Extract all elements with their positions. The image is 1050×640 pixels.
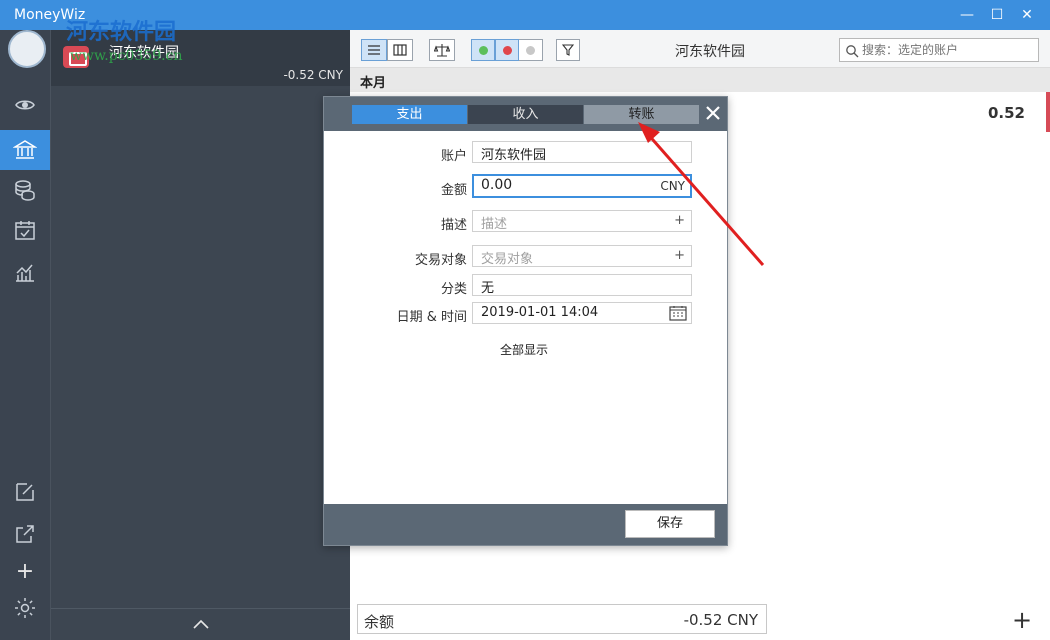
column-view-button[interactable] xyxy=(387,39,413,61)
app-logo xyxy=(8,30,46,68)
add-description-button[interactable]: + xyxy=(674,213,685,228)
rail-add-button[interactable]: + xyxy=(0,551,50,591)
nav-rail: + xyxy=(0,30,50,640)
balance-footer: 余额 -0.52 CNY xyxy=(357,604,767,634)
description-placeholder: 描述 xyxy=(481,217,508,232)
scale-icon xyxy=(434,44,450,57)
datetime-label: 日期 & 时间 xyxy=(396,310,467,325)
rail-schedule-button[interactable] xyxy=(0,210,50,250)
transaction-amount[interactable]: 0.52 xyxy=(988,104,1025,122)
account-label: 账户 xyxy=(440,149,467,164)
dialog-footer: 保存 xyxy=(324,504,727,545)
calendar-check-icon xyxy=(15,221,35,240)
rail-overview-button[interactable] xyxy=(0,85,50,125)
collapse-button[interactable] xyxy=(191,614,211,634)
close-window-button[interactable]: ✕ xyxy=(1012,4,1042,26)
account-balance: -0.52 CNY xyxy=(283,68,343,82)
add-payee-button[interactable]: + xyxy=(674,248,685,263)
close-icon[interactable] xyxy=(704,104,722,122)
add-transaction-button[interactable]: + xyxy=(1010,606,1034,634)
eye-icon xyxy=(15,100,35,110)
list-view-button[interactable] xyxy=(361,39,387,61)
rail-reports-button[interactable] xyxy=(0,252,50,292)
new-transaction-dialog: 支出 收入 转账 账户 河东软件园 金额 0.00 CNY 描述 描述 + 交易… xyxy=(323,96,728,546)
minimize-button[interactable]: — xyxy=(952,4,982,26)
save-button[interactable]: 保存 xyxy=(625,510,715,538)
currency-unit: CNY xyxy=(660,179,685,193)
description-field[interactable]: 描述 + xyxy=(472,210,692,232)
amount-field[interactable]: 0.00 CNY xyxy=(472,174,692,198)
columns-icon xyxy=(393,44,407,56)
maximize-button[interactable]: ☐ xyxy=(982,4,1012,26)
coins-icon xyxy=(15,180,35,201)
green-dot-icon xyxy=(478,45,488,55)
tab-income[interactable]: 收入 xyxy=(468,105,583,124)
category-field[interactable]: 无 xyxy=(472,274,692,296)
account-list-panel: 河东软件园 -0.52 CNY xyxy=(50,30,351,640)
filter-other-button[interactable] xyxy=(519,39,543,61)
toolbar: 河东软件园 xyxy=(350,30,1050,68)
rail-accounts-button[interactable] xyxy=(0,130,50,170)
red-dot-icon xyxy=(502,45,512,55)
reconcile-button[interactable] xyxy=(429,39,455,61)
export-icon xyxy=(16,525,34,543)
description-label: 描述 xyxy=(440,218,467,233)
account-field[interactable]: 河东软件园 xyxy=(472,141,692,163)
show-all-link[interactable]: 全部显示 xyxy=(474,341,574,358)
chart-icon xyxy=(16,264,34,282)
rail-settings-button[interactable] xyxy=(0,588,50,628)
amount-label: 金额 xyxy=(440,183,467,198)
datetime-value: 2019-01-01 14:04 xyxy=(481,305,599,320)
amount-value: 0.00 xyxy=(481,177,513,193)
filter-button[interactable] xyxy=(556,39,580,61)
gray-dot-icon xyxy=(526,45,535,55)
dialog-header: 支出 收入 转账 xyxy=(324,97,727,131)
funnel-icon xyxy=(562,44,574,56)
edit-icon xyxy=(16,483,34,501)
watermark-text: 河东软件园 xyxy=(66,19,177,45)
rail-export-button[interactable] xyxy=(0,514,50,554)
search-icon xyxy=(846,45,859,58)
bank-icon xyxy=(13,140,37,159)
payee-label: 交易对象 xyxy=(414,253,467,268)
datetime-field[interactable]: 2019-01-01 14:04 xyxy=(472,302,692,324)
payee-field[interactable]: 交易对象 + xyxy=(472,245,692,267)
balance-value: -0.52 CNY xyxy=(683,611,758,629)
chevron-up-icon xyxy=(193,619,209,629)
dialog-body: 账户 河东软件园 金额 0.00 CNY 描述 描述 + 交易对象 交易对象 +… xyxy=(324,131,727,504)
search-box[interactable] xyxy=(839,38,1039,62)
balance-label: 余额 xyxy=(364,613,395,631)
payee-placeholder: 交易对象 xyxy=(481,252,534,267)
divider xyxy=(51,608,351,609)
period-header: 本月 xyxy=(350,68,1050,92)
expense-marker xyxy=(1046,92,1050,132)
gear-icon xyxy=(15,598,35,618)
account-title: 河东软件园 xyxy=(675,44,745,60)
plus-icon: + xyxy=(15,558,35,584)
filter-pending-button[interactable] xyxy=(495,39,519,61)
category-label: 分类 xyxy=(440,282,467,297)
rail-budgets-button[interactable] xyxy=(0,170,50,210)
search-input[interactable] xyxy=(862,41,1032,59)
filter-cleared-button[interactable] xyxy=(471,39,495,61)
list-icon xyxy=(368,45,380,55)
tab-transfer[interactable]: 转账 xyxy=(584,105,699,124)
tab-expense[interactable]: 支出 xyxy=(352,105,467,124)
watermark-url: www.pc0359.cn xyxy=(70,48,183,64)
rail-edit-button[interactable] xyxy=(0,472,50,512)
calendar-icon[interactable] xyxy=(669,305,687,321)
